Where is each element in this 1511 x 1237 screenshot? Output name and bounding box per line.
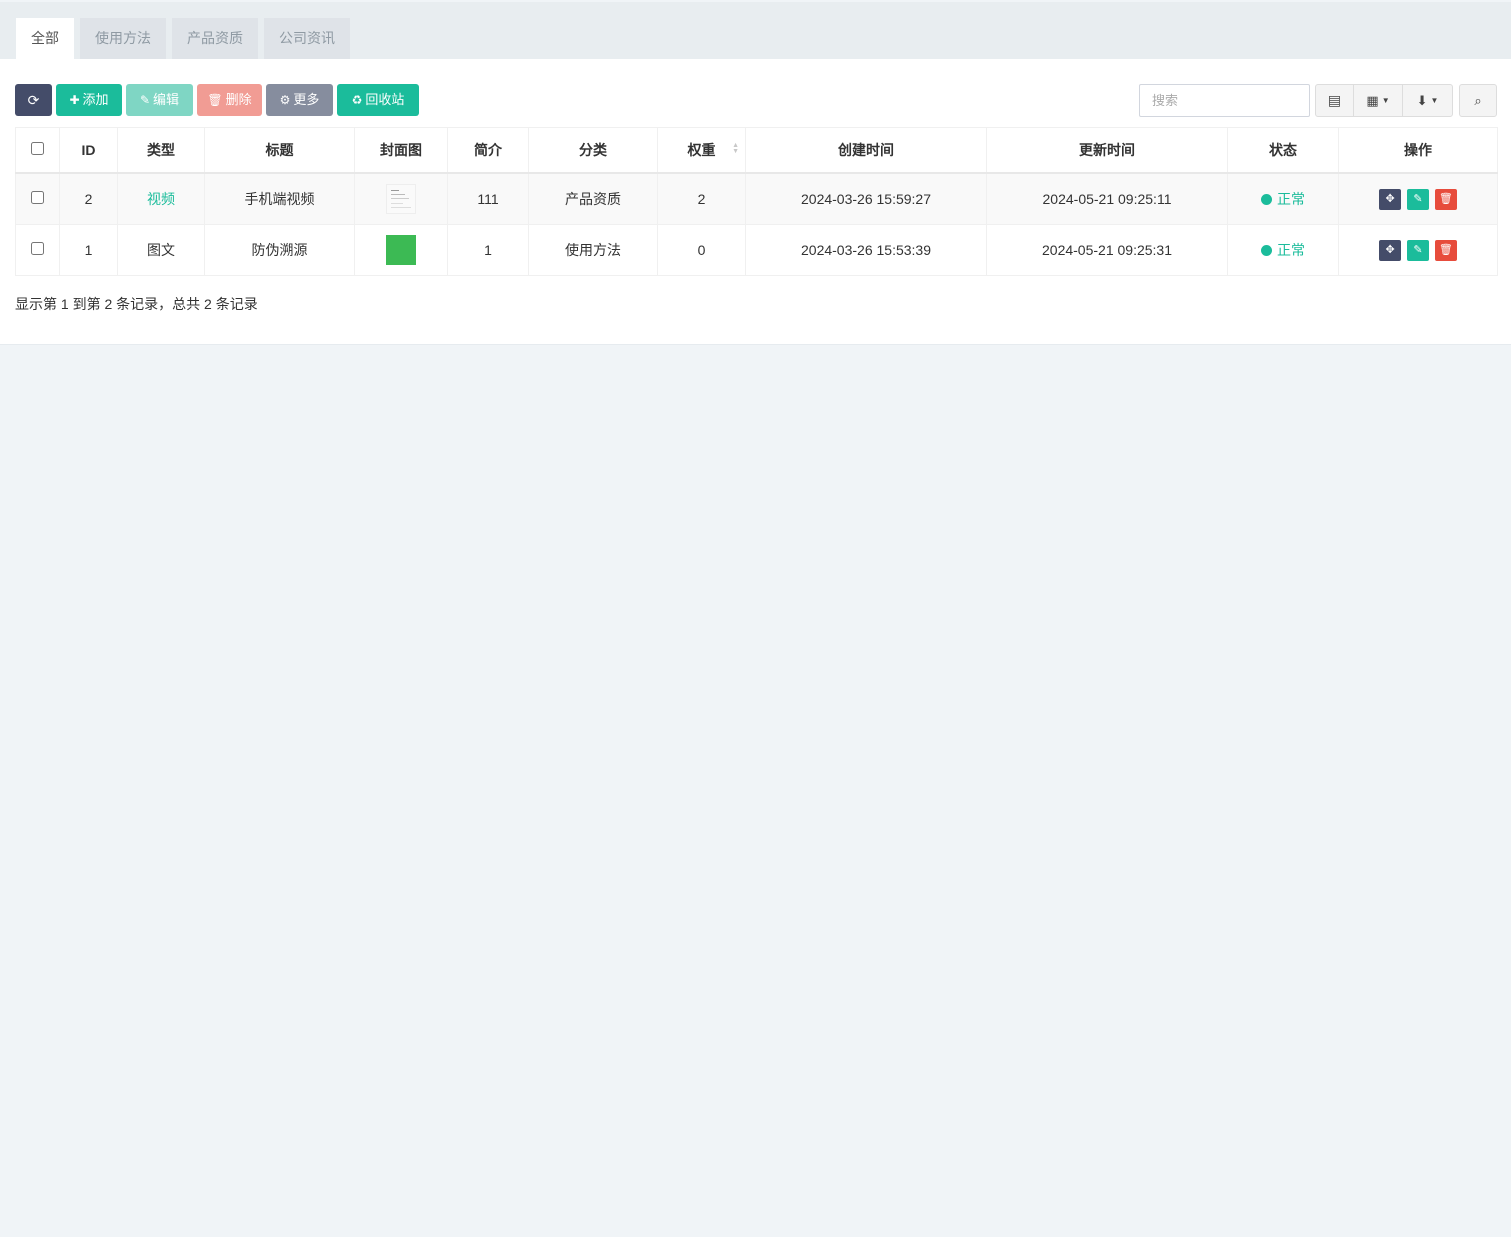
column-header-cover[interactable]: 封面图 (354, 127, 448, 174)
column-header-category[interactable]: 分类 (528, 127, 658, 174)
column-header-created[interactable]: 创建时间 (745, 127, 987, 174)
caret-down-icon: ▼ (1430, 96, 1439, 105)
export-dropdown-button[interactable]: ⬇ ▼ (1402, 84, 1453, 117)
more-button[interactable]: ⚙ 更多 (266, 84, 333, 116)
pagination-summary: 显示第 1 到第 2 条记录，总共 2 条记录 (15, 296, 258, 312)
cell-category: 产品资质 (528, 172, 658, 225)
cell-title: 防伪溯源 (204, 224, 355, 276)
sort-icon: ▲ ▼ (732, 142, 739, 155)
tab-bar: 全部 使用方法 产品资质 公司资讯 (0, 2, 1511, 59)
refresh-icon: ⟳ (27, 92, 40, 108)
drag-sort-button[interactable]: ✥ (1379, 188, 1402, 210)
row-delete-button[interactable]: 🗑 (1434, 188, 1457, 210)
cell-status: 正常 (1227, 172, 1339, 225)
cell-intro: 1 (447, 224, 529, 276)
list-view-icon: ▤ (1327, 92, 1342, 108)
search-icon: ⌕ (1474, 92, 1482, 108)
select-all-cell (15, 127, 60, 174)
caret-down-icon: ▼ (1381, 96, 1390, 105)
tab-usage[interactable]: 使用方法 (80, 18, 166, 59)
gear-icon: ⚙ (279, 93, 291, 107)
columns-dropdown-button[interactable]: ▦ ▼ (1353, 84, 1403, 117)
pencil-icon: ✎ (139, 93, 151, 107)
content-panel: 全部 使用方法 产品资质 公司资讯 ⟳ ✚ 添加 ✎ 编辑 🗑 删除 ⚙ 更多 ♻ 回收站… (0, 2, 1511, 345)
refresh-button[interactable]: ⟳ (15, 84, 52, 116)
search-input[interactable] (1139, 84, 1310, 117)
cell-id: 2 (59, 172, 118, 225)
status-dot-icon (1261, 194, 1272, 205)
row-checkbox[interactable] (31, 191, 44, 204)
select-all-checkbox[interactable] (31, 142, 44, 155)
column-header-intro[interactable]: 简介 (447, 127, 529, 174)
cell-weight: 2 (657, 172, 746, 225)
row-edit-button[interactable]: ✎ (1407, 188, 1429, 210)
data-table: ID 类型 标题 封面图 简介 分类 权重 ▲ ▼ 创建时间 更新时间 状态 操作… (15, 127, 1498, 276)
cell-created: 2024-03-26 15:59:27 (745, 172, 987, 225)
table-row: 2 视频 手机端视频 111 产品资质 2 2024-03-26 15:59:2… (15, 172, 1498, 225)
recycle-icon: ♻ (351, 93, 363, 107)
status-dot-icon (1261, 245, 1272, 256)
table-row: 1 图文 防伪溯源 1 使用方法 0 2024-03-26 15:53:39 2… (15, 224, 1498, 276)
column-header-weight[interactable]: 权重 ▲ ▼ (657, 127, 746, 174)
toggle-view-button[interactable]: ▤ (1315, 84, 1354, 117)
cell-type[interactable]: 视频 (117, 172, 205, 225)
tab-qualification[interactable]: 产品资质 (172, 18, 258, 59)
cover-image[interactable] (386, 184, 416, 214)
cell-category: 使用方法 (528, 224, 658, 276)
cell-title: 手机端视频 (204, 172, 355, 225)
column-header-status[interactable]: 状态 (1227, 127, 1339, 174)
trash-icon: 🗑 (207, 93, 223, 107)
cell-cover (354, 224, 448, 276)
cell-id: 1 (59, 224, 118, 276)
recycle-bin-button[interactable]: ♻ 回收站 (337, 84, 419, 116)
plus-icon: ✚ (69, 93, 80, 107)
delete-button[interactable]: 🗑 删除 (197, 84, 262, 116)
grid-columns-icon: ▦ (1366, 92, 1379, 108)
cell-updated: 2024-05-21 09:25:11 (986, 172, 1228, 225)
row-checkbox[interactable] (31, 242, 44, 255)
column-header-updated[interactable]: 更新时间 (986, 127, 1228, 174)
cover-image[interactable] (386, 235, 416, 265)
export-icon: ⬇ (1416, 92, 1428, 108)
tab-news[interactable]: 公司资讯 (264, 18, 350, 59)
column-header-id[interactable]: ID (59, 127, 118, 174)
column-header-actions: 操作 (1338, 127, 1498, 174)
table-header-row: ID 类型 标题 封面图 简介 分类 权重 ▲ ▼ 创建时间 更新时间 状态 操作 (15, 127, 1498, 174)
tab-all[interactable]: 全部 (16, 18, 74, 59)
cell-actions: ✥ ✎ 🗑 (1338, 224, 1498, 276)
row-delete-button[interactable]: 🗑 (1434, 239, 1457, 261)
add-button[interactable]: ✚ 添加 (56, 84, 122, 116)
cell-weight: 0 (657, 224, 746, 276)
column-header-title[interactable]: 标题 (204, 127, 355, 174)
column-header-type[interactable]: 类型 (117, 127, 205, 174)
drag-sort-button[interactable]: ✥ (1379, 239, 1402, 261)
cell-type: 图文 (117, 224, 205, 276)
cell-cover (354, 172, 448, 225)
cell-status: 正常 (1227, 224, 1339, 276)
advanced-search-button[interactable]: ⌕ (1459, 84, 1497, 117)
cell-intro: 111 (447, 172, 529, 225)
cell-updated: 2024-05-21 09:25:31 (986, 224, 1228, 276)
cell-created: 2024-03-26 15:53:39 (745, 224, 987, 276)
row-edit-button[interactable]: ✎ (1407, 239, 1429, 261)
edit-button[interactable]: ✎ 编辑 (126, 84, 193, 116)
cell-actions: ✥ ✎ 🗑 (1338, 172, 1498, 225)
